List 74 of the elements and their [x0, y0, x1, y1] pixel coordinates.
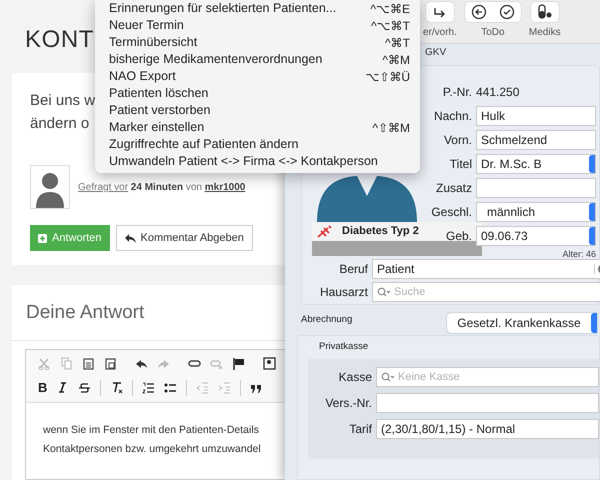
flag-icon[interactable] — [232, 357, 245, 370]
question-meta: Gefragt vor 24 Minuten von mkr1000 — [78, 181, 246, 195]
field-label: Vers.-Nr. — [324, 395, 372, 412]
toolbar-label: ToDo — [481, 26, 505, 40]
field-label: Nachn. — [432, 108, 472, 125]
syringe-icon — [316, 224, 332, 238]
field-label: Beruf — [338, 261, 368, 278]
age-label: Alter: 46 — [562, 248, 596, 261]
bullet-list-icon[interactable] — [164, 381, 178, 394]
reply-icon — [124, 234, 136, 242]
paste-word-icon[interactable] — [104, 357, 117, 370]
field-label: P.-Nr. — [442, 84, 472, 101]
menu-item[interactable]: Zugriffrechte auf Patienten ändern — [109, 136, 410, 153]
paste-icon[interactable] — [82, 357, 95, 370]
group-label: Privatkasse — [319, 340, 368, 354]
gender-dropdown[interactable]: männlich — [476, 202, 596, 222]
section-label: Abrechnung — [301, 312, 352, 327]
editor-text: wenn Sie im Fenster mit den Patienten-Details — [43, 422, 260, 438]
field-label: Zusatz — [434, 180, 472, 197]
bold-button[interactable]: B — [38, 381, 48, 394]
undo-icon[interactable] — [135, 357, 148, 370]
input-field[interactable]: Dr. M.Sc. B — [476, 154, 596, 174]
field-label: Geschl. — [430, 204, 472, 221]
date-stepper[interactable] — [589, 227, 595, 245]
menu-item[interactable]: Neuer Termin ^⌥⌘T — [109, 17, 410, 34]
input-field[interactable]: Patient — [372, 259, 600, 279]
clear-format-icon[interactable] — [110, 381, 124, 394]
field-label: Titel — [448, 156, 472, 173]
asked-link[interactable]: Gefragt vor — [78, 182, 128, 193]
search-icon — [377, 287, 391, 297]
comment-button[interactable]: Kommentar Abgeben — [116, 225, 253, 251]
strikethrough-icon[interactable] — [78, 381, 92, 394]
pill-icon — [536, 4, 553, 20]
menu-item[interactable]: bisherige Medikamentenverordnungen ^⌘M — [109, 51, 410, 68]
field-label: Vorn. — [442, 132, 472, 149]
menu-item[interactable]: Marker einstellen ^⇧⌘M — [109, 119, 410, 136]
checkmark-icon — [498, 4, 515, 20]
billing-dropdown[interactable]: Gesetzl. Krankenkasse — [447, 313, 598, 333]
input-field[interactable]: 09.06.73 — [476, 226, 596, 246]
input-field[interactable]: Hulk — [476, 106, 596, 126]
toolbar-label: Mediks — [528, 26, 561, 40]
plus-icon — [38, 234, 47, 242]
toolbar-button[interactable] — [530, 2, 559, 22]
input-field[interactable]: (2,30/1,80/1,15) - Normal — [376, 419, 599, 440]
toolbar-label: er/vorh. — [423, 26, 457, 40]
field-label: Geb. — [444, 228, 472, 245]
menu-item[interactable]: Erinnerungen für selektierten Patienten... ^⌥⌘E — [109, 0, 410, 17]
menu-item[interactable]: Umwandeln Patient <-> Firma <-> Kontakperson — [109, 153, 410, 170]
avatar-icon — [30, 165, 70, 209]
editor-text: Kontaktpersonen bzw. umgekehrt umzuwandel — [43, 442, 262, 458]
field-label: Kasse — [338, 369, 372, 386]
input-field[interactable]: Schmelzend — [476, 130, 596, 150]
toolbar-button[interactable] — [464, 2, 521, 22]
question-text: Bei uns w — [30, 91, 96, 111]
page-heading: KONT — [25, 25, 94, 55]
question-text: ändern o — [30, 114, 90, 134]
search-icon — [381, 372, 395, 382]
menu-item[interactable]: Patient verstorben — [109, 102, 410, 119]
field-label: Tarif — [348, 421, 372, 438]
toolbar-button[interactable] — [426, 2, 454, 22]
menu-item[interactable]: Terminübersicht ^⌘T — [109, 34, 410, 51]
field-value: 441.250 — [476, 84, 520, 101]
input-field[interactable] — [376, 393, 599, 414]
insurance-label: GKV — [425, 46, 446, 60]
user-link[interactable]: mkr1000 — [204, 182, 246, 193]
diagnosis-label: Diabetes Typ 2 — [342, 224, 419, 240]
numbered-list-icon[interactable] — [142, 381, 156, 394]
field-label: Hausarzt — [318, 284, 368, 301]
image-icon[interactable] — [263, 357, 276, 370]
answer-heading: Deine Antwort — [26, 301, 146, 325]
menu-item[interactable]: Patienten löschen — [109, 85, 410, 102]
input-field[interactable] — [476, 178, 596, 198]
menu-item[interactable]: NAO Export ⌥⇧⌘Ü — [109, 68, 410, 85]
back-icon — [470, 4, 487, 20]
